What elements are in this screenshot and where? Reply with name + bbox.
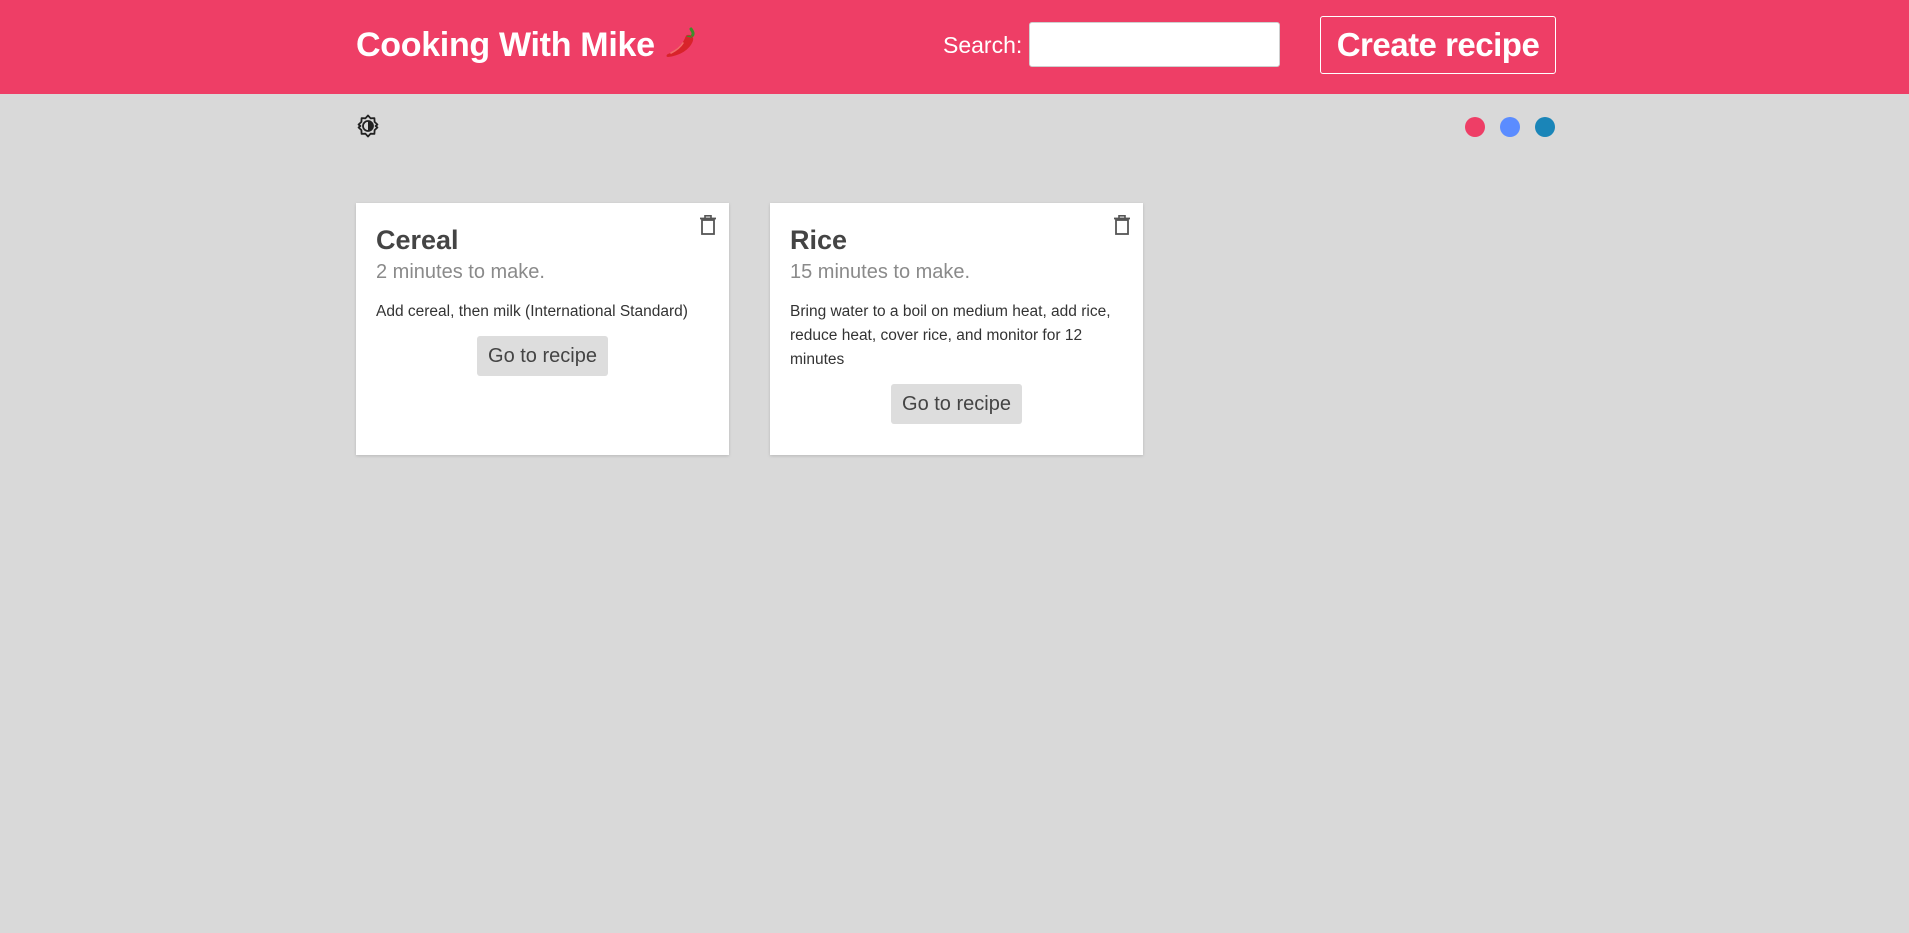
recipe-title: Rice [790, 225, 848, 255]
recipe-time: 15 minutes to make. [790, 261, 971, 283]
brightness-icon[interactable] [356, 114, 380, 138]
recipe-action: Go to recipe [376, 336, 709, 376]
site-title-text: Cooking With Mike [356, 26, 655, 64]
go-to-recipe-button[interactable]: Go to recipe [477, 336, 608, 376]
trash-icon[interactable] [699, 215, 717, 235]
go-to-recipe-button[interactable]: Go to recipe [891, 384, 1022, 424]
search-input[interactable] [1029, 22, 1280, 67]
recipe-card: Rice 15 minutes to make. Bring water to … [770, 203, 1143, 455]
color-option-blue[interactable] [1500, 117, 1520, 137]
recipe-card: Cereal 2 minutes to make. Add cereal, th… [356, 203, 729, 455]
recipe-action: Go to recipe [790, 384, 1123, 424]
recipe-title: Cereal [376, 225, 459, 255]
chili-pepper-icon [661, 23, 701, 63]
recipe-description: Bring water to a boil on medium heat, ad… [790, 303, 1111, 368]
trash-icon[interactable] [1113, 215, 1131, 235]
app-header: Cooking With Mike Search: Create recipe [0, 0, 1909, 94]
site-title[interactable]: Cooking With Mike [356, 21, 701, 69]
create-recipe-button[interactable]: Create recipe [1320, 16, 1556, 74]
recipe-description: Add cereal, then milk (International Sta… [376, 303, 688, 320]
search-label: Search: [943, 32, 1023, 58]
color-option-teal[interactable] [1535, 117, 1555, 137]
color-option-pink[interactable] [1465, 117, 1485, 137]
color-picker [1465, 117, 1555, 137]
recipe-time: 2 minutes to make. [376, 261, 545, 283]
